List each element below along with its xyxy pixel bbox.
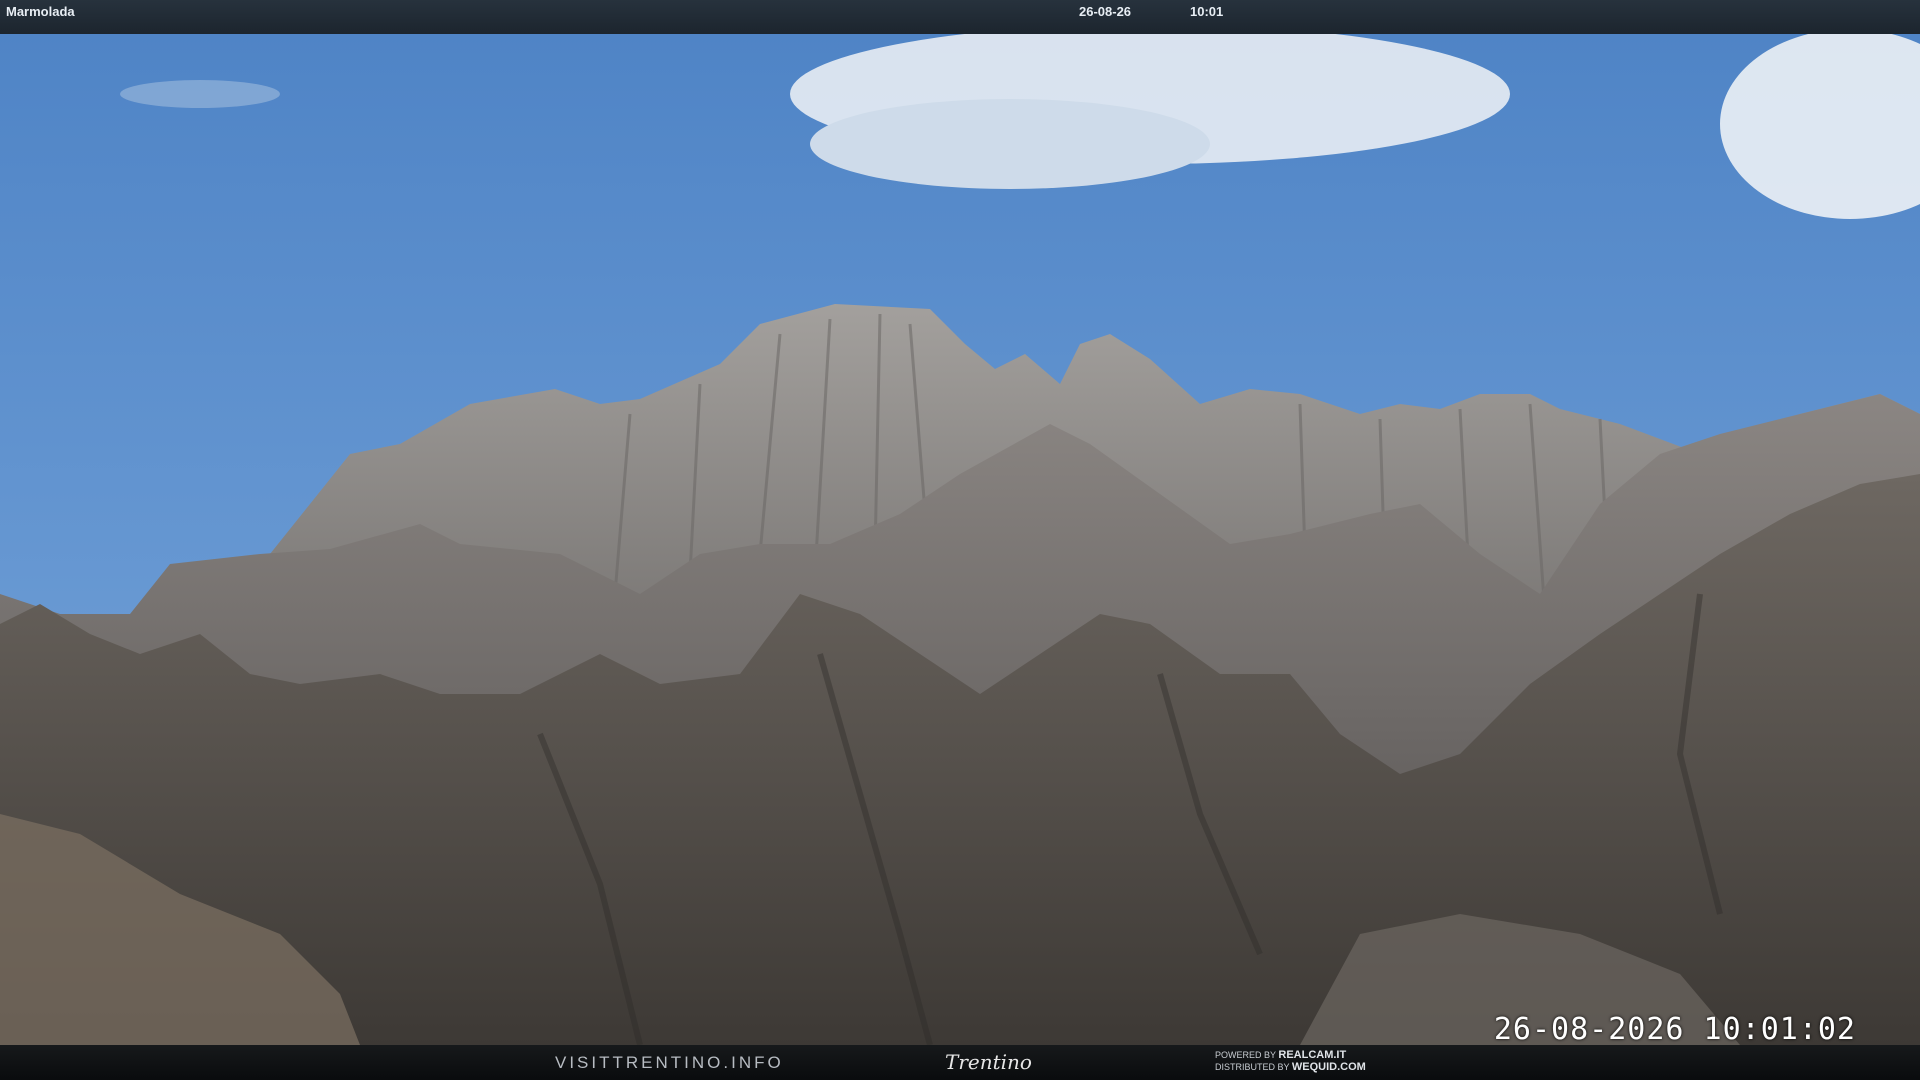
credits: POWERED BY REALCAM.IT DISTRIBUTED BY WEQ… xyxy=(1215,1049,1366,1073)
timestamp-overlay: 26-08-2026 10:01:02 xyxy=(1493,1012,1856,1047)
powered-prefix: POWERED BY xyxy=(1215,1050,1276,1060)
distributed-prefix: DISTRIBUTED BY xyxy=(1215,1062,1290,1072)
header-bar: Marmolada 26-08-26 10:01 xyxy=(0,0,1920,34)
distributed-name: WEQUID.COM xyxy=(1291,1061,1366,1073)
visittrentino-brand: VISITTRENTINO.INFO xyxy=(555,1053,784,1072)
powered-name: REALCAM.IT xyxy=(1278,1049,1347,1061)
webcam-image xyxy=(0,34,1920,1045)
trentino-logo: Trentino xyxy=(945,1050,1032,1074)
mountain-panorama xyxy=(0,34,1920,1045)
location-label: Marmolada xyxy=(6,4,75,19)
footer-bar: VISITTRENTINO.INFO Trentino POWERED BY R… xyxy=(0,1045,1920,1080)
header-date: 26-08-26 xyxy=(1079,4,1132,19)
header-time: 10:01 xyxy=(1190,4,1224,19)
